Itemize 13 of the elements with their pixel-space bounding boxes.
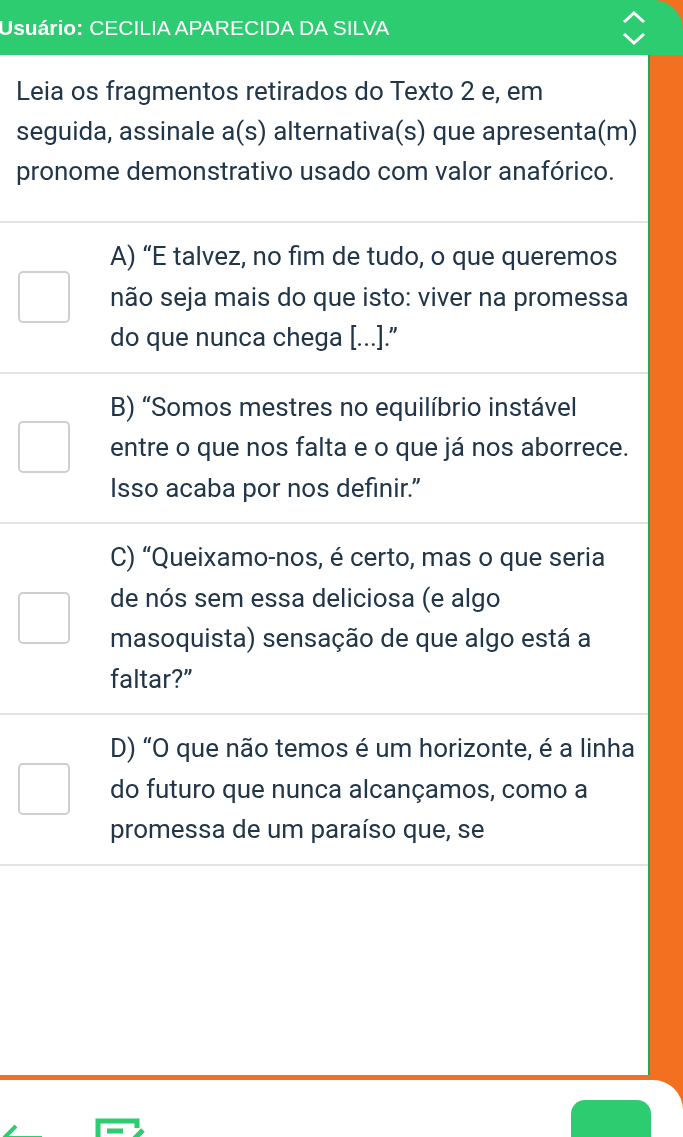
option-text: B) “Somos mestres no equilíbrio instável entre o que nos falta e o que já nos aborrece. Isso acaba por nos definir.”: [110, 390, 631, 505]
option-text: C) “Queixamo-nos, é certo, mas o que seria de nós sem essa deliciosa (e algo masoquista) sensação de que algo está a faltar?”: [110, 541, 607, 696]
checkbox[interactable]: [18, 270, 70, 323]
user-name: CECILIA APARECIDA DA SILVA: [89, 15, 390, 40]
option-text: D) “O que não temos é um horizonte, é a linha do futuro que nunca alcançamos, como a promessa de um paraíso que, se: [110, 732, 637, 846]
edit-icon[interactable]: [95, 1118, 147, 1137]
question-text: Leia os fragmentos retirados do Texto 2 e, em seguida, assinale a(s) alternativa(s) que apresenta(m) pronome demonstrativo usado com valor anafórico.: [0, 55, 648, 223]
option-text: A) “E talvez, no fim de tudo, o que queremos não seja mais do que isto: viver na promessa do que nunca chega [...].”: [110, 240, 630, 354]
user-label: Usuário:: [0, 15, 84, 40]
expand-collapse-icon[interactable]: [621, 9, 647, 46]
checkbox[interactable]: [18, 421, 70, 474]
checkbox[interactable]: [18, 592, 70, 644]
checkbox[interactable]: [18, 762, 70, 815]
